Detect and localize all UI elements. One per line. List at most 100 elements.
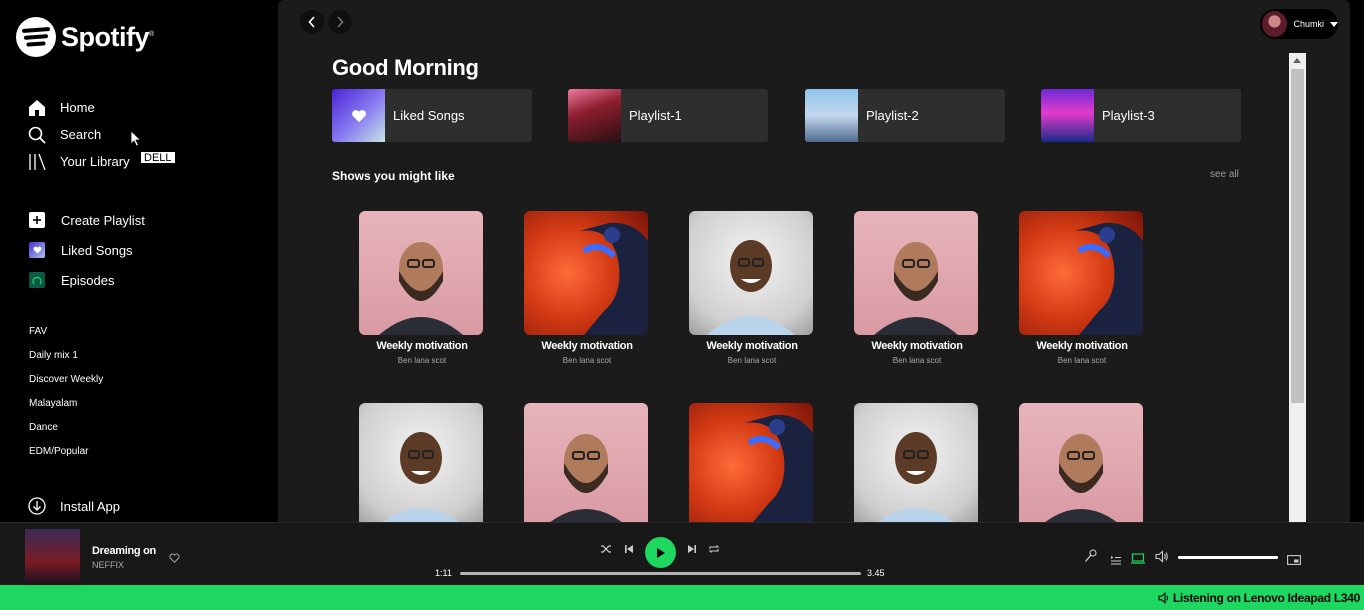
forward-button[interactable]: [328, 10, 352, 34]
avatar: [1262, 11, 1288, 37]
lyrics-button[interactable]: [1084, 549, 1097, 568]
play-button[interactable]: [645, 537, 676, 568]
playlist-item[interactable]: EDM/Popular: [29, 443, 103, 467]
quick-card-label: Playlist-1: [629, 108, 682, 123]
user-menu[interactable]: Chumki: [1260, 9, 1338, 39]
nav-library[interactable]: Your Library: [28, 148, 130, 175]
volume-slider[interactable]: [1178, 556, 1278, 559]
show-cover: [359, 403, 483, 522]
miniplayer-button[interactable]: [1287, 552, 1301, 570]
skip-back-icon: [625, 545, 633, 553]
scrollbar[interactable]: [1289, 53, 1306, 522]
show-title: Weekly motivation: [376, 340, 468, 352]
playlist-item[interactable]: FAV: [29, 323, 103, 347]
show-cover: [359, 211, 483, 335]
now-playing-cover[interactable]: [25, 529, 80, 584]
quick-card-liked-songs[interactable]: Liked Songs: [332, 89, 532, 142]
show-title: Weekly motivation: [871, 340, 963, 352]
progress-bar[interactable]: [460, 572, 861, 575]
episodes-link[interactable]: Episodes: [29, 265, 145, 295]
episodes-label: Episodes: [61, 272, 115, 288]
playlist-item[interactable]: Malayalam: [29, 395, 103, 419]
queue-icon: [1111, 556, 1121, 565]
like-heart-icon[interactable]: [169, 550, 180, 568]
miniplayer-icon: [1287, 555, 1301, 565]
spotify-logo[interactable]: Spotify ®: [16, 17, 154, 57]
skip-forward-icon: [688, 545, 696, 553]
brand-name: Spotify: [61, 21, 150, 52]
show-card[interactable]: [1019, 403, 1145, 522]
chevron-left-icon: [308, 16, 315, 28]
show-card[interactable]: [524, 403, 650, 522]
mouse-cursor-icon: [130, 130, 142, 153]
show-card[interactable]: Weekly motivation Ben lana scot: [854, 211, 980, 365]
playlist-item[interactable]: Discover Weekly: [29, 371, 103, 395]
scrollbar-thumb[interactable]: [1291, 69, 1304, 403]
download-icon: [28, 497, 46, 515]
listening-on-banner[interactable]: Listening on Lenovo Ideapad L340: [0, 585, 1364, 610]
back-button[interactable]: [300, 10, 324, 34]
speaker-icon: [1158, 592, 1168, 604]
previous-button[interactable]: [624, 544, 634, 554]
quick-card-label: Playlist-3: [1102, 108, 1155, 123]
show-card[interactable]: Weekly motivation Ben lana scot: [689, 211, 815, 365]
main-nav: Home Search Your Library: [28, 94, 130, 175]
connect-device-button[interactable]: [1131, 551, 1145, 569]
playlist-cover: [568, 89, 621, 142]
playlist-item[interactable]: Daily mix 1: [29, 347, 103, 371]
show-cover: [524, 403, 648, 522]
chevron-right-icon: [337, 16, 344, 28]
repeat-button[interactable]: [708, 544, 720, 554]
quick-card-playlist-2[interactable]: Playlist-2: [805, 89, 1005, 142]
liked-songs-link[interactable]: Liked Songs: [29, 235, 145, 265]
show-cover: [854, 403, 978, 522]
show-subtitle: Ben lana scot: [727, 356, 777, 365]
show-cover: [854, 211, 978, 335]
shuffle-button[interactable]: [600, 544, 612, 554]
show-title: Weekly motivation: [541, 340, 633, 352]
show-card[interactable]: Weekly motivation Ben lana scot: [359, 211, 485, 365]
device-icon: [1131, 553, 1145, 564]
show-card[interactable]: Weekly motivation Ben lana scot: [1019, 211, 1145, 365]
scroll-up-arrow-icon[interactable]: [1293, 58, 1301, 63]
library-icon: [28, 153, 46, 171]
show-cover: [1019, 211, 1143, 335]
listening-on-text: Listening on Lenovo Ideapad L340: [1172, 591, 1360, 605]
install-app-label: Install App: [60, 498, 120, 514]
track-title[interactable]: Dreaming on: [92, 545, 156, 557]
sidebar: Spotify ® Home Search Your Library DELL: [0, 0, 278, 522]
playlist-item[interactable]: Dance: [29, 419, 103, 443]
nav-library-label: Your Library: [60, 154, 130, 169]
section-title: Shows you might like: [332, 169, 455, 183]
plus-icon: [29, 212, 45, 228]
show-card[interactable]: [854, 403, 980, 522]
create-playlist-button[interactable]: Create Playlist: [29, 205, 145, 235]
install-app-button[interactable]: Install App: [28, 497, 120, 515]
nav-search-label: Search: [60, 127, 102, 142]
show-cover: [689, 403, 813, 522]
show-title: Weekly motivation: [1036, 340, 1128, 352]
see-all-link[interactable]: see all: [1210, 169, 1239, 180]
playlist-list: FAV Daily mix 1 Discover Weekly Malayala…: [29, 323, 103, 467]
queue-button[interactable]: [1110, 552, 1122, 570]
show-subtitle: Ben lana scot: [562, 356, 612, 365]
heart-icon: [29, 242, 45, 258]
show-card[interactable]: [359, 403, 485, 522]
nav-home[interactable]: Home: [28, 94, 130, 121]
show-cover: [689, 211, 813, 335]
track-artist[interactable]: NEFFIX: [92, 560, 124, 570]
quick-card-playlist-3[interactable]: Playlist-3: [1041, 89, 1241, 142]
user-name: Chumki: [1293, 19, 1324, 29]
show-subtitle: Ben lana scot: [892, 356, 942, 365]
repeat-icon: [708, 545, 720, 553]
page-title: Good Morning: [332, 55, 479, 80]
search-icon: [28, 126, 46, 144]
volume-icon: [1155, 550, 1168, 563]
quick-card-playlist-1[interactable]: Playlist-1: [568, 89, 768, 142]
show-card[interactable]: Weekly motivation Ben lana scot: [524, 211, 650, 365]
next-button[interactable]: [687, 544, 697, 554]
mute-button[interactable]: [1155, 550, 1169, 568]
heart-icon: [332, 89, 385, 142]
show-card[interactable]: [689, 403, 815, 522]
nav-search[interactable]: Search: [28, 121, 130, 148]
